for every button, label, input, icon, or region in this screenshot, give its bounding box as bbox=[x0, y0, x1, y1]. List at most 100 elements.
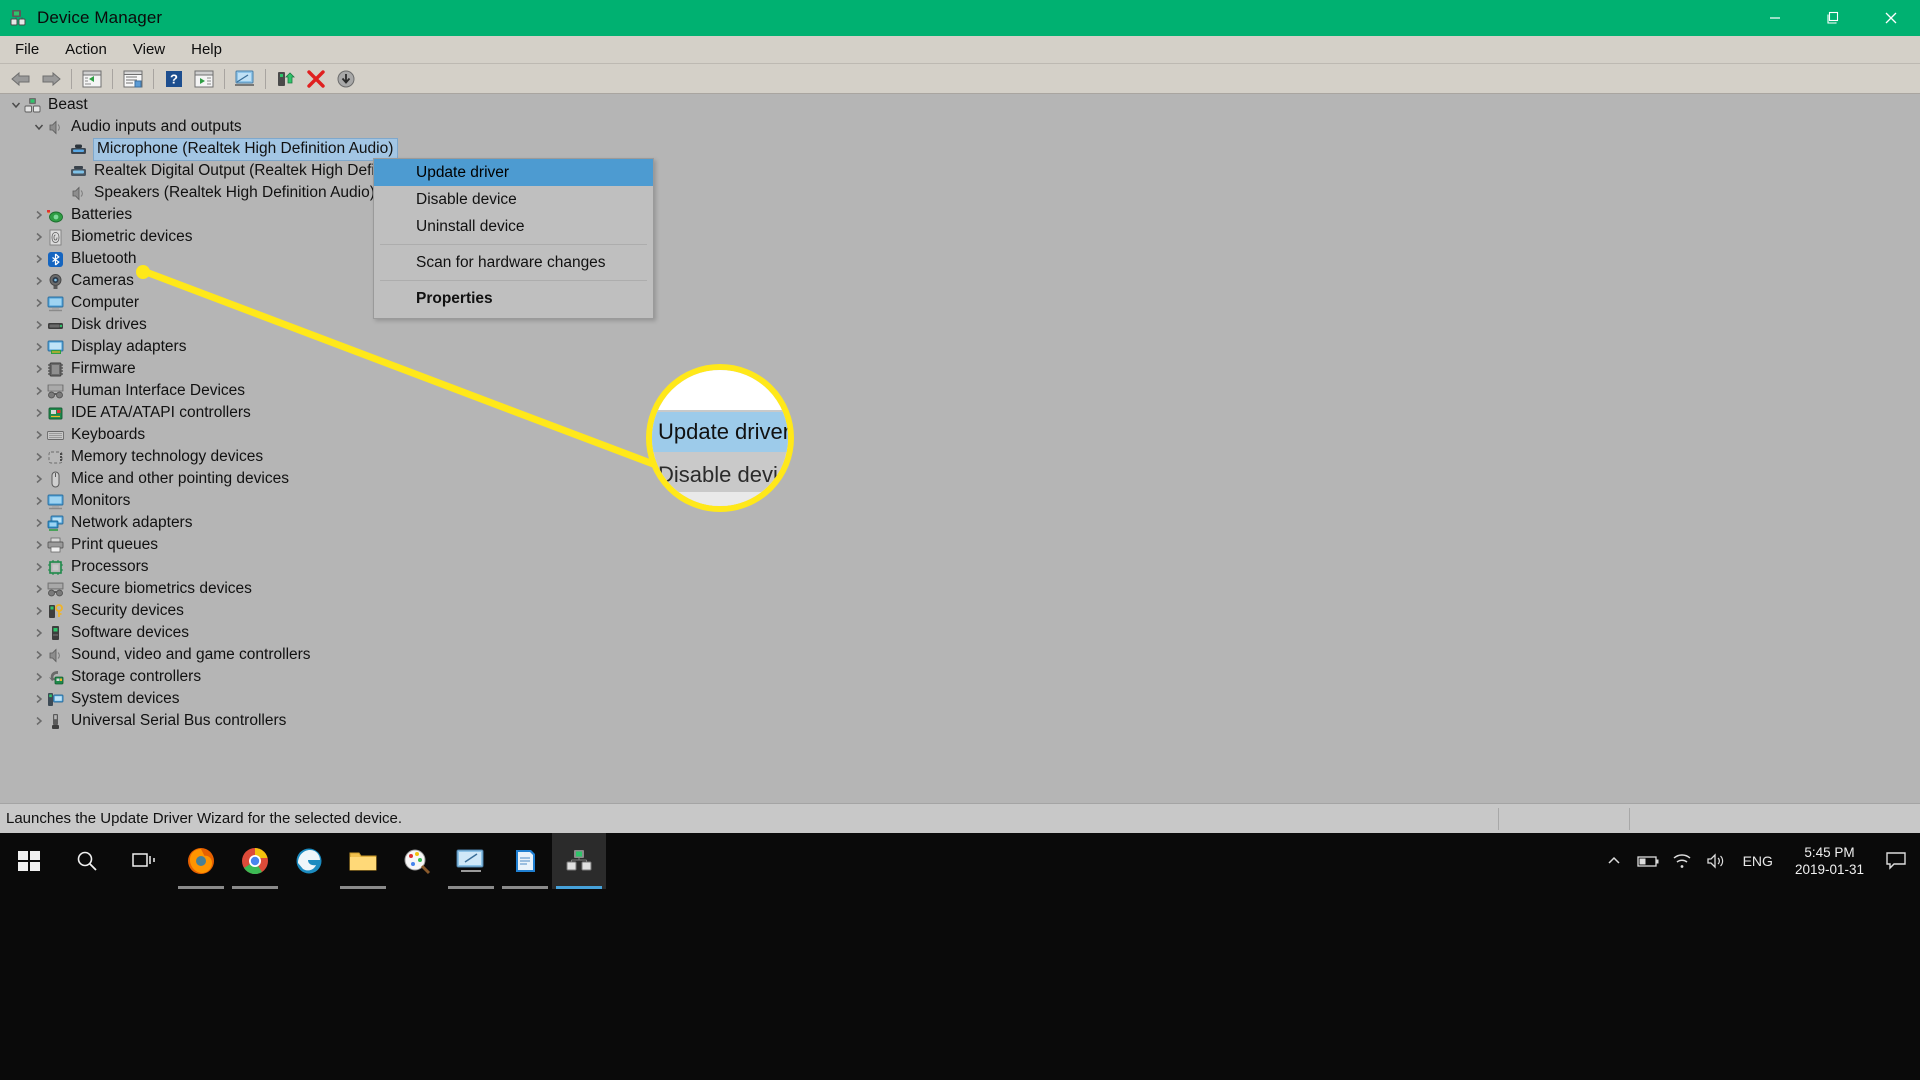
red-x-icon[interactable] bbox=[303, 67, 329, 91]
chevron-right-icon[interactable] bbox=[31, 669, 47, 685]
chevron-right-icon[interactable] bbox=[31, 625, 47, 641]
taskbar[interactable]: ENG 5:45 PM 2019-01-31 bbox=[0, 833, 1920, 1080]
folder-icon[interactable] bbox=[336, 833, 390, 889]
battery-icon[interactable] bbox=[1631, 833, 1665, 889]
tree-item[interactable]: Network adapters bbox=[0, 512, 1920, 534]
chevron-down-icon[interactable] bbox=[31, 119, 47, 135]
ide-controller-icon bbox=[47, 405, 64, 422]
chevron-right-icon[interactable] bbox=[31, 581, 47, 597]
firefox-icon[interactable] bbox=[174, 833, 228, 889]
wifi-icon[interactable] bbox=[1665, 833, 1699, 889]
chevron-down-icon[interactable] bbox=[8, 97, 24, 113]
remote-desktop-icon[interactable] bbox=[444, 833, 498, 889]
tree-item[interactable]: Security devices bbox=[0, 600, 1920, 622]
chevron-right-icon[interactable] bbox=[31, 207, 47, 223]
start-button[interactable] bbox=[0, 833, 58, 889]
edge-icon[interactable] bbox=[282, 833, 336, 889]
chevron-right-icon[interactable] bbox=[31, 361, 47, 377]
scan-monitor-icon[interactable] bbox=[232, 67, 258, 91]
context-menu[interactable]: Update driver Disable device Uninstall d… bbox=[373, 158, 654, 319]
chevron-right-icon[interactable] bbox=[31, 647, 47, 663]
tree-item[interactable]: Storage controllers bbox=[0, 666, 1920, 688]
context-menu-item-update-driver[interactable]: Update driver bbox=[374, 159, 653, 186]
chevron-right-icon[interactable] bbox=[31, 317, 47, 333]
tree-item[interactable]: Microphone (Realtek High Definition Audi… bbox=[0, 137, 1920, 161]
action-center-icon[interactable] bbox=[1876, 833, 1916, 889]
tree-item[interactable]: Mice and other pointing devices bbox=[0, 468, 1920, 490]
chevron-up-icon[interactable] bbox=[1597, 833, 1631, 889]
tree-item[interactable]: Monitors bbox=[0, 490, 1920, 512]
device-manager-button[interactable] bbox=[552, 833, 606, 889]
chevron-right-icon[interactable] bbox=[31, 471, 47, 487]
context-menu-item-properties[interactable]: Properties bbox=[374, 285, 653, 312]
tree-item[interactable]: Secure biometrics devices bbox=[0, 578, 1920, 600]
task-view-icon[interactable] bbox=[116, 833, 174, 889]
tree-item[interactable]: Biometric devices bbox=[0, 226, 1920, 248]
chevron-right-icon[interactable] bbox=[31, 603, 47, 619]
tree-item[interactable]: Universal Serial Bus controllers bbox=[0, 710, 1920, 732]
chevron-right-icon[interactable] bbox=[31, 559, 47, 575]
tree-item[interactable]: Realtek Digital Output (Realtek High Def… bbox=[0, 160, 1920, 182]
chevron-right-icon[interactable] bbox=[31, 383, 47, 399]
chevron-right-icon[interactable] bbox=[31, 493, 47, 509]
tree-item[interactable]: Beast bbox=[0, 94, 1920, 116]
chevron-right-icon[interactable] bbox=[31, 229, 47, 245]
chevron-right-icon[interactable] bbox=[31, 537, 47, 553]
chevron-right-icon[interactable] bbox=[31, 449, 47, 465]
menu-view[interactable]: View bbox=[122, 38, 176, 61]
chevron-right-icon[interactable] bbox=[31, 251, 47, 267]
menu-file[interactable]: File bbox=[4, 38, 50, 61]
tree-item[interactable]: Cameras bbox=[0, 270, 1920, 292]
window-titlebar[interactable]: Device Manager bbox=[0, 0, 1920, 36]
tree-item[interactable]: Speakers (Realtek High Definition Audio) bbox=[0, 182, 1920, 204]
device-tree-pane[interactable]: Beast Audio inputs and outputs Microphone … bbox=[0, 94, 1920, 803]
back-arrow-icon[interactable] bbox=[8, 67, 34, 91]
context-menu-item-disable-device[interactable]: Disable device bbox=[374, 186, 653, 213]
search-magnifier-icon[interactable] bbox=[58, 833, 116, 889]
forward-arrow-icon[interactable] bbox=[38, 67, 64, 91]
tree-item[interactable]: Keyboards bbox=[0, 424, 1920, 446]
tree-item[interactable]: Bluetooth bbox=[0, 248, 1920, 270]
paint-icon[interactable] bbox=[390, 833, 444, 889]
chevron-right-icon[interactable] bbox=[31, 427, 47, 443]
menu-action[interactable]: Action bbox=[54, 38, 118, 61]
tree-item[interactable]: IDE ATA/ATAPI controllers bbox=[0, 402, 1920, 424]
tree-item[interactable]: Disk drives bbox=[0, 314, 1920, 336]
chrome-icon[interactable] bbox=[228, 833, 282, 889]
notepad-icon[interactable] bbox=[498, 833, 552, 889]
tree-item[interactable]: Firmware bbox=[0, 358, 1920, 380]
tree-item[interactable]: Human Interface Devices bbox=[0, 380, 1920, 402]
chevron-right-icon[interactable] bbox=[31, 515, 47, 531]
update-driver-icon[interactable] bbox=[273, 67, 299, 91]
chevron-right-icon[interactable] bbox=[31, 273, 47, 289]
minimize-button[interactable] bbox=[1746, 0, 1804, 36]
tree-item[interactable]: Audio inputs and outputs bbox=[0, 116, 1920, 138]
chevron-right-icon[interactable] bbox=[31, 713, 47, 729]
tree-item[interactable]: Print queues bbox=[0, 534, 1920, 556]
chevron-right-icon[interactable] bbox=[31, 691, 47, 707]
language-indicator[interactable]: ENG bbox=[1733, 853, 1783, 869]
context-menu-item-scan-for-hardware-changes[interactable]: Scan for hardware changes bbox=[374, 249, 653, 276]
console-tree-icon[interactable] bbox=[79, 67, 105, 91]
chevron-right-icon[interactable] bbox=[31, 405, 47, 421]
tree-item[interactable]: System devices bbox=[0, 688, 1920, 710]
disable-down-arrow-icon[interactable] bbox=[333, 67, 359, 91]
action-pane-icon[interactable] bbox=[191, 67, 217, 91]
tree-item[interactable]: Computer bbox=[0, 292, 1920, 314]
restore-button[interactable] bbox=[1804, 0, 1862, 36]
context-menu-item-uninstall-device[interactable]: Uninstall device bbox=[374, 213, 653, 240]
close-button[interactable] bbox=[1862, 0, 1920, 36]
clock[interactable]: 5:45 PM 2019-01-31 bbox=[1783, 844, 1876, 878]
tree-item[interactable]: Display adapters bbox=[0, 336, 1920, 358]
properties-icon[interactable] bbox=[120, 67, 146, 91]
chevron-right-icon[interactable] bbox=[31, 295, 47, 311]
tree-item[interactable]: Processors bbox=[0, 556, 1920, 578]
tree-item[interactable]: Software devices bbox=[0, 622, 1920, 644]
volume-icon[interactable] bbox=[1699, 833, 1733, 889]
help-question-icon[interactable]: ? bbox=[161, 67, 187, 91]
tree-item[interactable]: Memory technology devices bbox=[0, 446, 1920, 468]
tree-item[interactable]: Batteries bbox=[0, 204, 1920, 226]
menu-help[interactable]: Help bbox=[180, 38, 233, 61]
chevron-right-icon[interactable] bbox=[31, 339, 47, 355]
tree-item[interactable]: Sound, video and game controllers bbox=[0, 644, 1920, 666]
